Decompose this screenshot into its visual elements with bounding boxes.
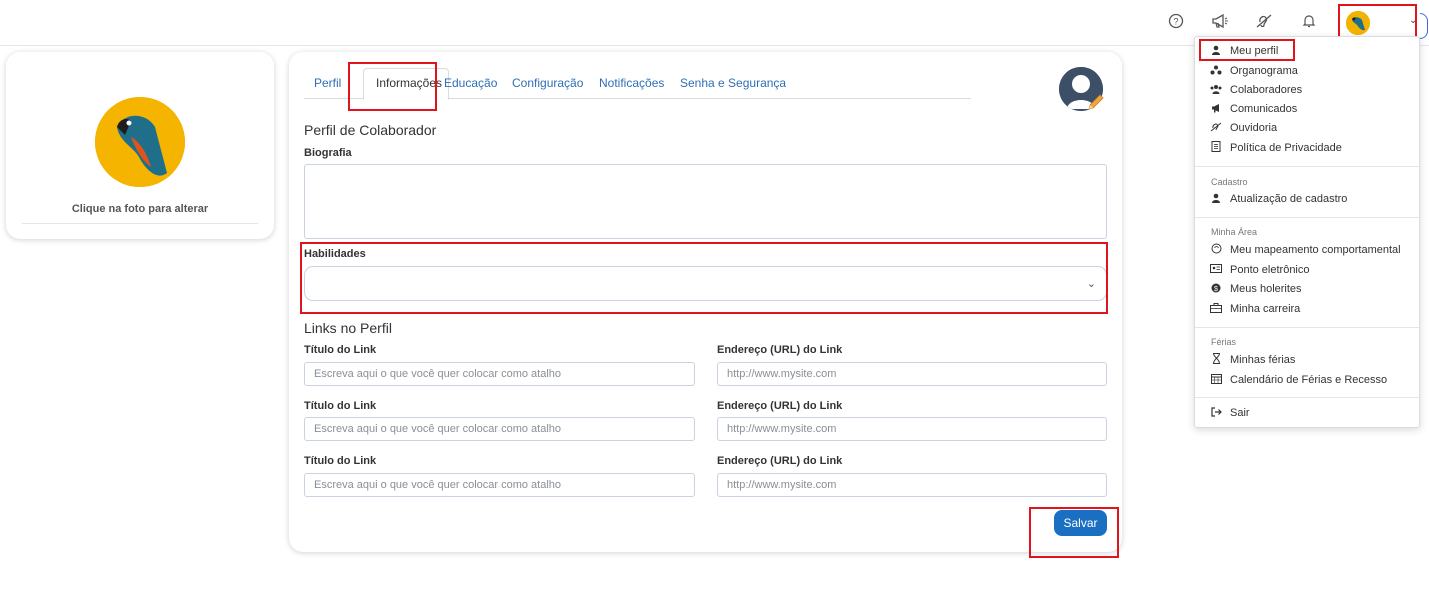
- menu-item-minhas-ferias[interactable]: Minhas férias: [1209, 352, 1295, 368]
- menu-item-label: Calendário de Férias e Recesso: [1230, 374, 1388, 386]
- menu-divider: [1195, 166, 1419, 167]
- link-url-label: Endereço (URL) do Link: [717, 455, 843, 467]
- help-icon[interactable]: ?: [1165, 10, 1187, 32]
- tab-notificacoes[interactable]: Notificações: [599, 76, 664, 90]
- menu-divider: [1195, 217, 1419, 218]
- menu-item-label: Meus holerites: [1230, 283, 1302, 295]
- bio-textarea[interactable]: [304, 164, 1107, 239]
- link-url-input-1[interactable]: [717, 362, 1107, 386]
- calendar-icon: [1209, 373, 1223, 387]
- menu-section-cadastro: Cadastro: [1211, 177, 1248, 187]
- menu-item-meus-holerites[interactable]: $ Meus holerites: [1209, 281, 1302, 297]
- bell-icon[interactable]: [1298, 10, 1320, 32]
- briefcase-icon: [1209, 302, 1223, 316]
- menu-item-label: Sair: [1230, 407, 1250, 419]
- link-title-input-2[interactable]: [304, 417, 695, 441]
- parrot-avatar-icon: [1346, 11, 1370, 35]
- menu-item-comunicados[interactable]: Comunicados: [1209, 101, 1297, 117]
- menu-item-label: Minha carreira: [1230, 303, 1301, 315]
- link-title-label: Título do Link: [304, 400, 377, 412]
- menu-item-mapeamento-comportamental[interactable]: Meu mapeamento comportamental: [1209, 242, 1401, 258]
- tab-perfil[interactable]: Perfil: [314, 76, 341, 90]
- menu-item-label: Minhas férias: [1230, 354, 1296, 366]
- link-title-input-3[interactable]: [304, 473, 695, 497]
- links-section-title: Links no Perfil: [304, 320, 392, 336]
- menu-item-label: Comunicados: [1230, 103, 1298, 115]
- menu-item-meu-perfil[interactable]: Meu perfil: [1209, 43, 1278, 59]
- link-title-input-1[interactable]: [304, 362, 695, 386]
- org-chart-icon: [1209, 65, 1223, 78]
- logout-icon: [1209, 406, 1223, 420]
- megaphone-icon[interactable]: [1209, 10, 1231, 32]
- skills-label: Habilidades: [304, 248, 366, 260]
- user-dropdown-menu: Meu perfil Organograma Colaboradores Com…: [1194, 36, 1420, 428]
- profile-form-card: Perfil Informações Educação Configuração…: [289, 52, 1122, 552]
- money-icon: $: [1209, 283, 1223, 296]
- user-icon: [1209, 193, 1223, 206]
- menu-item-ponto-eletronico[interactable]: Ponto eletrônico: [1209, 262, 1310, 278]
- bio-label: Biografia: [304, 147, 352, 159]
- profile-photo[interactable]: [95, 97, 185, 187]
- link-title-label: Título do Link: [304, 344, 377, 356]
- chevron-down-icon[interactable]: ⌄: [1409, 15, 1417, 26]
- menu-section-ferias: Férias: [1211, 337, 1237, 347]
- topbar-edge-decoration: [1420, 13, 1428, 39]
- menu-item-label: Ponto eletrônico: [1230, 264, 1310, 276]
- menu-section-minha-area: Minha Área: [1211, 227, 1258, 237]
- users-icon: [1209, 84, 1223, 97]
- tab-bar: Perfil Informações Educação Configuração…: [304, 68, 971, 100]
- menu-item-label: Política de Privacidade: [1230, 142, 1342, 154]
- brain-icon: [1209, 243, 1223, 257]
- chevron-down-icon: ⌄: [1086, 278, 1096, 290]
- link-url-label: Endereço (URL) do Link: [717, 344, 843, 356]
- menu-divider: [1195, 327, 1419, 328]
- photo-caption: Clique na foto para alterar: [71, 203, 209, 215]
- parrot-photo-icon: [95, 97, 185, 187]
- menu-item-calendario-ferias[interactable]: Calendário de Férias e Recesso: [1209, 372, 1387, 388]
- menu-divider: [1195, 397, 1419, 398]
- ear-icon[interactable]: [1253, 10, 1275, 32]
- link-url-input-2[interactable]: [717, 417, 1107, 441]
- svg-text:$: $: [1214, 285, 1218, 292]
- skills-select[interactable]: ⌄: [304, 266, 1107, 301]
- id-card-icon: [1209, 264, 1223, 276]
- profile-photo-card: Clique na foto para alterar: [6, 52, 274, 239]
- user-icon: [1209, 45, 1223, 58]
- megaphone-icon: [1209, 103, 1223, 116]
- menu-item-politica-privacidade[interactable]: Política de Privacidade: [1209, 140, 1342, 156]
- document-icon: [1209, 141, 1223, 155]
- menu-item-ouvidoria[interactable]: Ouvidoria: [1209, 120, 1277, 136]
- link-title-label: Título do Link: [304, 455, 377, 467]
- menu-item-atualizacao-cadastro[interactable]: Atualização de cadastro: [1209, 191, 1347, 207]
- save-button[interactable]: Salvar: [1054, 510, 1107, 536]
- menu-item-organograma[interactable]: Organograma: [1209, 63, 1298, 79]
- menu-item-label: Atualização de cadastro: [1230, 193, 1348, 205]
- menu-item-sair[interactable]: Sair: [1209, 405, 1250, 421]
- tab-informacoes[interactable]: Informações: [376, 76, 442, 90]
- link-url-label: Endereço (URL) do Link: [717, 400, 843, 412]
- ear-icon: [1209, 122, 1223, 135]
- divider: [22, 223, 258, 224]
- edit-pencil-icon[interactable]: [1086, 92, 1106, 117]
- svg-text:?: ?: [1173, 17, 1178, 27]
- menu-item-label: Ouvidoria: [1230, 122, 1278, 134]
- menu-item-colaboradores[interactable]: Colaboradores: [1209, 82, 1302, 98]
- menu-item-minha-carreira[interactable]: Minha carreira: [1209, 301, 1300, 317]
- menu-item-label: Organograma: [1230, 65, 1298, 77]
- menu-item-label: Colaboradores: [1230, 84, 1303, 96]
- hourglass-icon: [1209, 353, 1223, 367]
- tab-senha-seguranca[interactable]: Senha e Segurança: [680, 76, 786, 90]
- tab-educacao[interactable]: Educação: [444, 76, 497, 90]
- profile-section-title: Perfil de Colaborador: [304, 122, 437, 138]
- menu-item-label: Meu mapeamento comportamental: [1230, 244, 1401, 256]
- user-avatar-button[interactable]: [1346, 11, 1370, 35]
- tab-configuracao[interactable]: Configuração: [512, 76, 583, 90]
- link-url-input-3[interactable]: [717, 473, 1107, 497]
- menu-item-label: Meu perfil: [1230, 45, 1279, 57]
